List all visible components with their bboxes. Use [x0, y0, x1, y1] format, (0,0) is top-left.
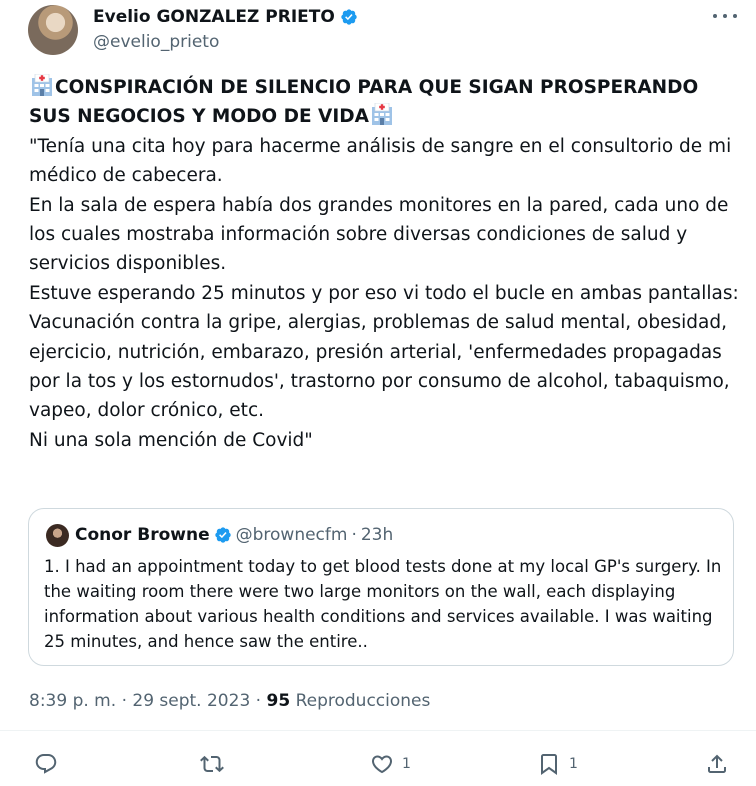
verified-badge-icon: [341, 9, 357, 25]
meta-separator: ·: [121, 691, 127, 711]
author-avatar[interactable]: [28, 5, 78, 55]
divider: [0, 730, 756, 731]
bookmark-icon: [541, 754, 557, 775]
hospital-emoji-icon: [371, 103, 392, 126]
quoted-tweet-card[interactable]: Conor Browne @brownecfm · 23h 1. I had a…: [28, 508, 734, 666]
tweet-meta: 8:39 p. m. · 29 sept. 2023 · 95 Reproduc…: [29, 690, 430, 712]
tweet-paragraph: En la sala de espera había dos grandes m…: [29, 194, 729, 275]
quoted-separator: ·: [351, 525, 357, 545]
quoted-tweet-text: 1. I had an appointment today to get blo…: [44, 557, 722, 651]
bookmark-count: 1: [569, 756, 578, 772]
like-count: 1: [402, 756, 411, 772]
reply-button[interactable]: [34, 748, 66, 780]
bookmark-button[interactable]: 1: [537, 748, 578, 780]
tweet-paragraph: "Tenía una cita hoy para hacerme análisi…: [29, 135, 732, 187]
quoted-author-avatar[interactable]: [46, 524, 69, 547]
meta-separator: ·: [255, 691, 262, 711]
views-label: Reproducciones: [295, 691, 431, 711]
headline-text: CONSPIRACIÓN DE SILENCIO PARA QUE SIGAN …: [29, 77, 699, 128]
tweet-date[interactable]: 29 sept. 2023: [132, 691, 250, 711]
author-name[interactable]: Evelio GONZALEZ PRIETO: [93, 6, 335, 28]
tweet-text: CONSPIRACIÓN DE SILENCIO PARA QUE SIGAN …: [29, 73, 745, 455]
hospital-emoji-icon: [32, 74, 52, 96]
share-button[interactable]: [705, 748, 729, 780]
tweet-time[interactable]: 8:39 p. m.: [29, 691, 116, 711]
quoted-tweet-header: Conor Browne @brownecfm · 23h: [75, 524, 393, 546]
heart-icon: [371, 755, 393, 774]
more-options-icon[interactable]: [713, 10, 737, 22]
verified-badge-icon: [214, 527, 231, 543]
reply-icon: [35, 754, 57, 774]
author-handle[interactable]: @evelio_prieto: [93, 31, 219, 53]
tweet-headline: CONSPIRACIÓN DE SILENCIO PARA QUE SIGAN …: [29, 73, 745, 132]
tweet-paragraph: Estuve esperando 25 minutos y por eso vi…: [29, 282, 739, 304]
share-icon: [708, 754, 726, 773]
quoted-author-handle[interactable]: @brownecfm: [236, 524, 348, 546]
tweet-paragraph: Vacunación contra la gripe, alergias, pr…: [29, 312, 730, 422]
retweet-button[interactable]: [200, 748, 232, 780]
tweet-paragraph: Ni una sola mención de Covid": [29, 429, 313, 451]
quoted-timestamp[interactable]: 23h: [361, 524, 393, 546]
views-count: 95: [266, 691, 291, 711]
retweet-icon: [200, 755, 224, 773]
author-name-row[interactable]: Evelio GONZALEZ PRIETO: [93, 6, 358, 28]
quoted-author-name[interactable]: Conor Browne: [75, 524, 210, 546]
like-button[interactable]: 1: [370, 748, 411, 780]
action-bar: 1 1: [0, 748, 756, 780]
